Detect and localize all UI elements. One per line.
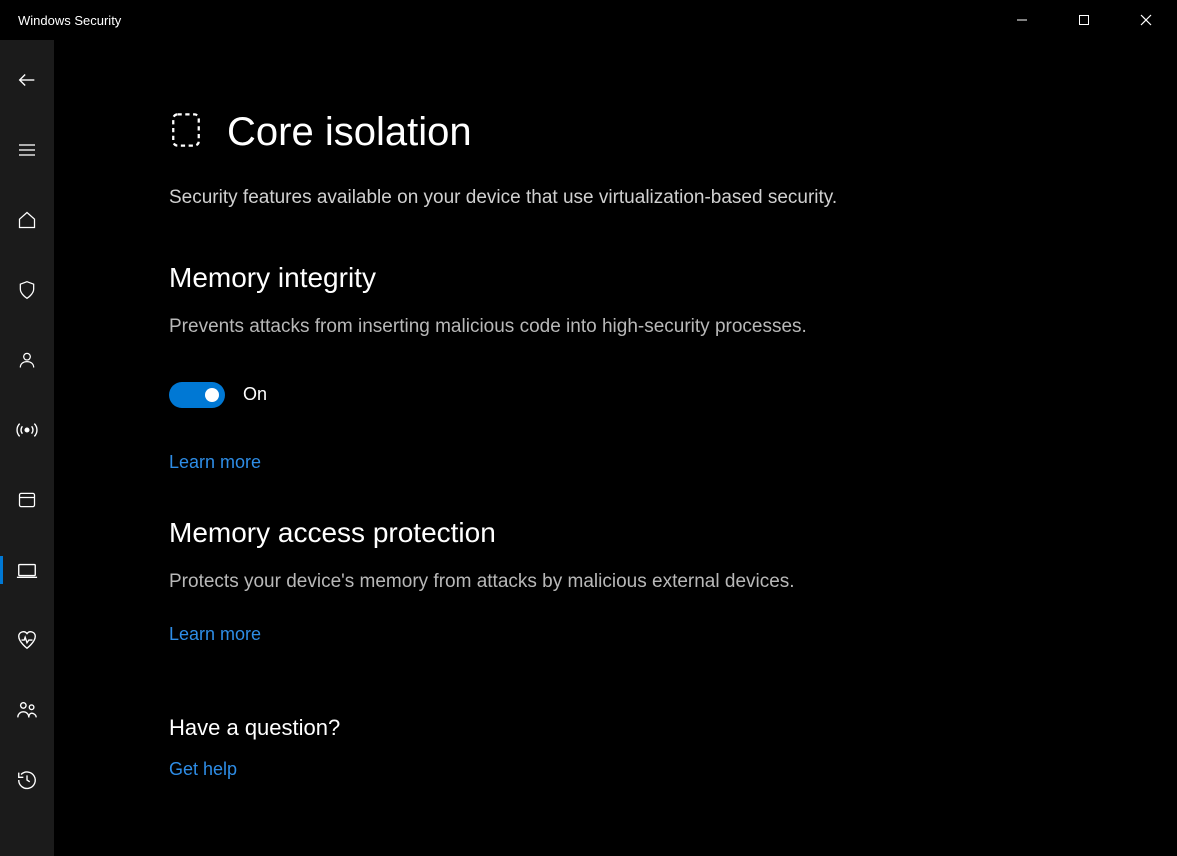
memory-integrity-description: Prevents attacks from inserting maliciou… — [169, 312, 869, 341]
shield-icon — [17, 280, 37, 300]
core-isolation-icon — [169, 110, 203, 155]
memory-integrity-section: Memory integrity Prevents attacks from i… — [169, 262, 1097, 472]
home-icon — [17, 210, 37, 230]
memory-integrity-learn-more-link[interactable]: Learn more — [169, 452, 261, 473]
get-help-link[interactable]: Get help — [169, 759, 237, 780]
family-icon — [16, 699, 38, 721]
page-subtitle: Security features available on your devi… — [169, 183, 869, 212]
window-title: Windows Security — [18, 13, 121, 28]
close-icon — [1139, 13, 1153, 27]
minimize-icon — [1016, 14, 1028, 26]
heart-rate-icon — [16, 629, 38, 651]
minimize-button[interactable] — [991, 0, 1053, 40]
help-title: Have a question? — [169, 715, 1097, 741]
sidebar-item-app-browser[interactable] — [0, 480, 54, 520]
page-title: Core isolation — [227, 110, 472, 155]
device-icon — [16, 559, 38, 581]
menu-button[interactable] — [0, 130, 54, 170]
titlebar: Windows Security — [0, 0, 1177, 40]
main-content: Core isolation Security features availab… — [54, 40, 1177, 856]
sidebar — [0, 40, 54, 856]
maximize-icon — [1078, 14, 1090, 26]
memory-integrity-toggle[interactable] — [169, 382, 225, 408]
person-icon — [17, 350, 37, 370]
page-header: Core isolation — [169, 110, 1097, 155]
window-icon — [17, 490, 37, 510]
memory-access-description: Protects your device's memory from attac… — [169, 567, 869, 596]
sidebar-item-home[interactable] — [0, 200, 54, 240]
history-icon — [16, 769, 38, 791]
back-arrow-icon — [16, 69, 38, 91]
sidebar-item-account-protection[interactable] — [0, 340, 54, 380]
window-controls — [991, 0, 1177, 40]
sidebar-item-virus-protection[interactable] — [0, 270, 54, 310]
antenna-icon — [16, 419, 38, 441]
memory-access-title: Memory access protection — [169, 517, 1097, 549]
sidebar-item-firewall[interactable] — [0, 410, 54, 450]
sidebar-item-family-options[interactable] — [0, 690, 54, 730]
sidebar-item-device-performance[interactable] — [0, 620, 54, 660]
memory-access-learn-more-link[interactable]: Learn more — [169, 624, 261, 645]
memory-integrity-title: Memory integrity — [169, 262, 1097, 294]
back-button[interactable] — [0, 60, 54, 100]
close-button[interactable] — [1115, 0, 1177, 40]
memory-integrity-toggle-row: On — [169, 382, 1097, 408]
sidebar-item-protection-history[interactable] — [0, 760, 54, 800]
sidebar-item-device-security[interactable] — [0, 550, 54, 590]
maximize-button[interactable] — [1053, 0, 1115, 40]
memory-access-section: Memory access protection Protects your d… — [169, 517, 1097, 645]
hamburger-icon — [17, 140, 37, 160]
help-section: Have a question? Get help — [169, 715, 1097, 780]
memory-integrity-toggle-label: On — [243, 384, 267, 405]
